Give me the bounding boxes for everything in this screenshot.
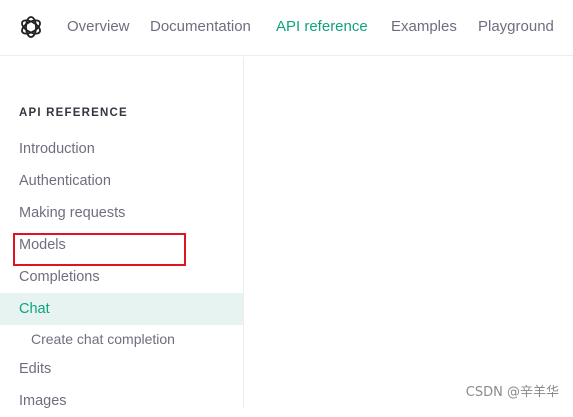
top-navigation: Overview Documentation API reference Exa…	[0, 0, 573, 56]
nav-api-reference[interactable]: API reference	[276, 17, 368, 37]
sidebar-item-authentication[interactable]: Authentication	[0, 165, 243, 197]
sidebar-item-edits[interactable]: Edits	[0, 353, 243, 385]
nav-overview[interactable]: Overview	[67, 17, 130, 37]
sidebar-item-images[interactable]: Images	[0, 385, 243, 417]
sidebar-item-models[interactable]: Models	[0, 229, 243, 261]
nav-playground[interactable]: Playground	[478, 17, 554, 37]
nav-examples[interactable]: Examples	[391, 17, 457, 37]
sidebar: API REFERENCE Introduction Authenticatio…	[0, 57, 244, 409]
sidebar-item-chat[interactable]: Chat	[0, 293, 243, 325]
sidebar-item-making-requests[interactable]: Making requests	[0, 197, 243, 229]
sidebar-item-completions[interactable]: Completions	[0, 261, 243, 293]
sidebar-heading: API REFERENCE	[19, 107, 128, 119]
sidebar-item-create-chat-completion[interactable]: Create chat completion	[0, 325, 243, 353]
nav-documentation[interactable]: Documentation	[150, 17, 251, 37]
watermark: CSDN @辛羊华	[465, 385, 559, 400]
openai-logo-icon[interactable]	[18, 14, 44, 40]
sidebar-item-introduction[interactable]: Introduction	[0, 133, 243, 165]
